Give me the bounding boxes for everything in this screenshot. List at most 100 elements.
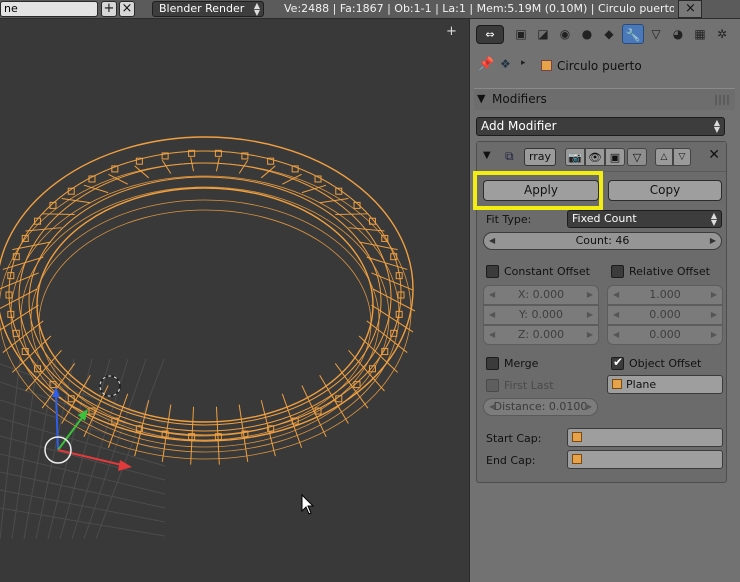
viewport-visibility-icon[interactable]: 👁 bbox=[585, 148, 605, 166]
increment-arrow-icon[interactable]: ▶ bbox=[586, 399, 592, 415]
merge-distance-value: Distance: 0.0100 bbox=[493, 400, 588, 413]
viewport-expand-icon[interactable]: + bbox=[446, 25, 457, 38]
mouse-pointer-icon bbox=[301, 493, 315, 515]
constant-offset-checkbox[interactable] bbox=[486, 265, 499, 278]
array-modifier-icon: ⧉ bbox=[505, 149, 514, 163]
object-tab-icon[interactable]: ◆ bbox=[599, 24, 619, 44]
add-scene-button[interactable]: + bbox=[101, 1, 117, 17]
render-layers-tab-icon[interactable]: ◪ bbox=[533, 24, 553, 44]
start-cap-label: Start Cap: bbox=[486, 432, 542, 445]
updown-arrows-icon: ▲ ▼ bbox=[253, 1, 260, 17]
constant-offset-label: Constant Offset bbox=[504, 265, 590, 278]
chevron-right-icon: ▸ bbox=[521, 58, 526, 68]
relative-offset-z[interactable]: ◀ 0.000 ▶ bbox=[607, 325, 723, 345]
expand-triangle-icon[interactable]: ▼ bbox=[483, 150, 491, 161]
drag-grip-icon[interactable] bbox=[715, 95, 729, 105]
scene-tab-icon[interactable]: ◉ bbox=[555, 24, 575, 44]
ring-wire-loop bbox=[36, 187, 374, 423]
ring-wire-loop-lower bbox=[0, 162, 412, 460]
material-tab-icon[interactable]: ◕ bbox=[668, 24, 688, 44]
add-modifier-dropdown[interactable]: Add Modifier ▲ ▼ bbox=[476, 117, 725, 136]
breadcrumb: 📌 ❖ ▸ Circulo puerto bbox=[470, 55, 740, 77]
increment-arrow-icon[interactable]: ▶ bbox=[710, 233, 716, 249]
ring-segments bbox=[0, 157, 416, 465]
fit-type-label: Fit Type: bbox=[486, 213, 532, 226]
floor-grid bbox=[0, 358, 166, 540]
decrement-arrow-icon[interactable]: ◀ bbox=[489, 399, 495, 415]
constant-offset-x[interactable]: ◀ X: 0.000 ▶ bbox=[483, 285, 599, 305]
scene-name-field[interactable]: ne bbox=[0, 1, 98, 17]
merge-checkbox[interactable] bbox=[486, 357, 499, 370]
first-last-label: First Last bbox=[504, 379, 554, 392]
on-cage-icon[interactable]: ▽ bbox=[627, 148, 647, 166]
panel-title: Modifiers bbox=[492, 92, 547, 106]
decrement-arrow-icon[interactable]: ◀ bbox=[489, 233, 495, 249]
relative-offset-checkbox[interactable] bbox=[611, 265, 624, 278]
modifiers-panel-header[interactable]: ▼ Modifiers bbox=[474, 88, 735, 110]
world-tab-icon[interactable]: ● bbox=[577, 24, 597, 44]
scene-statistics: Ve:2488 | Fa:1867 | Ob:1-1 | La:1 | Mem:… bbox=[284, 2, 674, 15]
render-tab-icon[interactable]: ▣ bbox=[511, 24, 531, 44]
properties-header: ⇔ ▣ ◪ ◉ ● ◆ ⛓ 🔧 ▽ ◕ ▦ ✲ bbox=[470, 19, 740, 49]
constant-offset-z-value: Z: 0.000 bbox=[517, 328, 565, 341]
editmode-visibility-icon[interactable]: ▣ bbox=[605, 148, 625, 166]
apply-highlight-box bbox=[473, 171, 603, 210]
relative-offset-xyz: ◀ 1.000 ▶ ◀ 0.000 ▶ ◀ 0.000 ▶ bbox=[607, 285, 723, 345]
pin-icon[interactable]: 📌 bbox=[478, 57, 494, 72]
object-cube-icon bbox=[541, 60, 552, 71]
constant-offset-y-value: Y: 0.000 bbox=[519, 308, 563, 321]
fit-type-value: Fixed Count bbox=[572, 212, 637, 225]
relative-offset-y[interactable]: ◀ 0.000 ▶ bbox=[607, 305, 723, 325]
data-tab-icon[interactable]: ▽ bbox=[646, 24, 666, 44]
object-cube-icon bbox=[572, 454, 582, 464]
viewport-canvas[interactable] bbox=[0, 19, 469, 582]
constant-offset-xyz: ◀ X: 0.000 ▶ ◀ Y: 0.000 ▶ ◀ Z: 0.000 ▶ bbox=[483, 285, 599, 345]
particles-tab-icon[interactable]: ✲ bbox=[712, 24, 732, 44]
3d-viewport[interactable]: + bbox=[0, 19, 469, 582]
copy-button[interactable]: Copy bbox=[608, 180, 722, 201]
ring-wire-loop bbox=[0, 136, 414, 442]
end-cap-label: End Cap: bbox=[486, 454, 536, 467]
relative-offset-z-value: 0.000 bbox=[649, 328, 681, 341]
relative-offset-x-value: 1.000 bbox=[649, 288, 681, 301]
end-cap-field[interactable] bbox=[567, 450, 723, 469]
merge-distance-field[interactable]: ◀ Distance: 0.0100 ▶ bbox=[483, 398, 598, 416]
screen-close-button[interactable]: × bbox=[678, 0, 702, 18]
constant-offset-z[interactable]: ◀ Z: 0.000 ▶ bbox=[483, 325, 599, 345]
relative-offset-x[interactable]: ◀ 1.000 ▶ bbox=[607, 285, 723, 305]
start-cap-field[interactable] bbox=[567, 428, 723, 447]
close-icon: × bbox=[685, 1, 696, 16]
move-up-icon[interactable]: △ bbox=[655, 148, 673, 166]
collapse-triangle-icon[interactable]: ▼ bbox=[477, 92, 485, 105]
add-modifier-label: Add Modifier bbox=[481, 119, 557, 133]
updown-arrows-icon: ▲ ▼ bbox=[713, 118, 720, 134]
modifiers-tab-icon[interactable]: 🔧 bbox=[622, 24, 644, 44]
object-cube-icon bbox=[612, 379, 622, 389]
object-offset-checkbox[interactable] bbox=[611, 355, 624, 370]
count-value: Count: 46 bbox=[575, 234, 630, 247]
constant-offset-y[interactable]: ◀ Y: 0.000 ▶ bbox=[483, 305, 599, 325]
render-engine-select[interactable]: Blender Render ▲ ▼ bbox=[152, 1, 264, 17]
editor-type-toggle[interactable]: ⇔ bbox=[476, 25, 504, 44]
remove-modifier-icon[interactable]: ✕ bbox=[708, 147, 720, 163]
first-last-checkbox[interactable] bbox=[486, 379, 499, 392]
render-engine-label: Blender Render bbox=[159, 2, 245, 15]
properties-editor: ⇔ ▣ ◪ ◉ ● ◆ ⛓ 🔧 ▽ ◕ ▦ ✲ 📌 ❖ ▸ Circulo pu… bbox=[469, 19, 740, 582]
object-offset-label: Object Offset bbox=[629, 357, 702, 370]
object-cube-icon bbox=[572, 432, 582, 442]
object-data-icon: ❖ bbox=[500, 57, 511, 71]
modifier-header: ▼ ⧉ rray 📷 👁 ▣ ▽ △ ▽ ✕ bbox=[477, 142, 726, 172]
fit-type-dropdown[interactable]: Fixed Count ▲ ▼ bbox=[567, 210, 722, 228]
count-field[interactable]: ◀ Count: 46 ▶ bbox=[483, 232, 722, 250]
modifier-name-field[interactable]: rray bbox=[524, 148, 556, 166]
offset-object-name: Plane bbox=[626, 378, 657, 391]
move-down-icon[interactable]: ▽ bbox=[673, 148, 691, 166]
offset-object-field[interactable]: Plane bbox=[607, 375, 723, 394]
constant-offset-x-value: X: 0.000 bbox=[517, 288, 565, 301]
render-visibility-icon[interactable]: 📷 bbox=[565, 148, 585, 166]
delete-scene-button[interactable]: × bbox=[119, 1, 135, 17]
gizmo-z-arrow-icon bbox=[52, 387, 60, 397]
texture-tab-icon[interactable]: ▦ bbox=[690, 24, 710, 44]
updown-arrows-icon: ▲ ▼ bbox=[710, 211, 717, 227]
ring-wire-loop bbox=[28, 176, 382, 426]
